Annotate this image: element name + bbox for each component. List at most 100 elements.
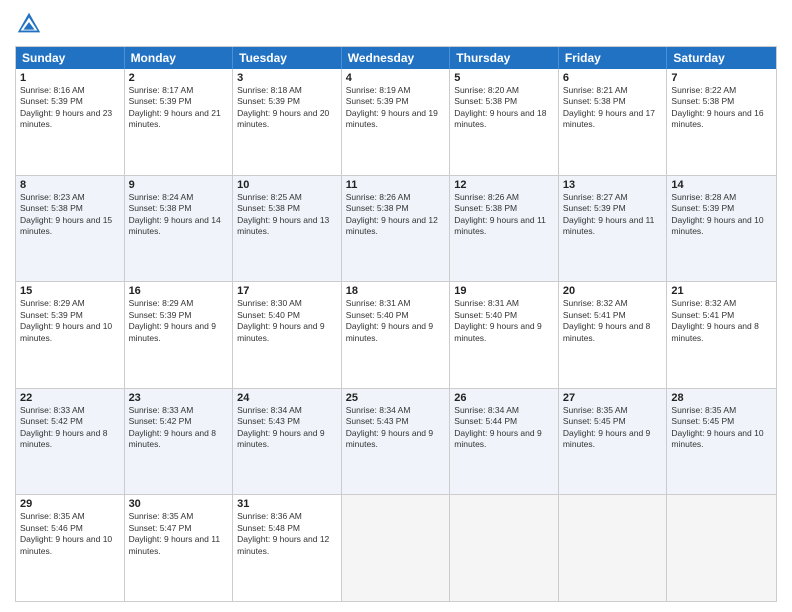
day-info: Sunrise: 8:29 AMSunset: 5:39 PMDaylight:…	[129, 298, 229, 344]
day-info: Sunrise: 8:31 AMSunset: 5:40 PMDaylight:…	[454, 298, 554, 344]
day-cell-31: 31Sunrise: 8:36 AMSunset: 5:48 PMDayligh…	[233, 495, 342, 601]
day-info: Sunrise: 8:23 AMSunset: 5:38 PMDaylight:…	[20, 192, 120, 238]
day-info: Sunrise: 8:27 AMSunset: 5:39 PMDaylight:…	[563, 192, 663, 238]
week-row-2: 8Sunrise: 8:23 AMSunset: 5:38 PMDaylight…	[16, 175, 776, 282]
day-number: 9	[129, 179, 229, 191]
day-info: Sunrise: 8:36 AMSunset: 5:48 PMDaylight:…	[237, 511, 337, 557]
day-info: Sunrise: 8:20 AMSunset: 5:38 PMDaylight:…	[454, 85, 554, 131]
day-headers-row: SundayMondayTuesdayWednesdayThursdayFrid…	[16, 47, 776, 69]
day-cell-7: 7Sunrise: 8:22 AMSunset: 5:38 PMDaylight…	[667, 69, 776, 175]
day-number: 2	[129, 72, 229, 84]
day-number: 13	[563, 179, 663, 191]
day-header-sunday: Sunday	[16, 47, 125, 69]
day-info: Sunrise: 8:35 AMSunset: 5:47 PMDaylight:…	[129, 511, 229, 557]
day-header-friday: Friday	[559, 47, 668, 69]
calendar: SundayMondayTuesdayWednesdayThursdayFrid…	[15, 46, 777, 602]
day-cell-2: 2Sunrise: 8:17 AMSunset: 5:39 PMDaylight…	[125, 69, 234, 175]
day-cell-empty	[450, 495, 559, 601]
day-header-saturday: Saturday	[667, 47, 776, 69]
day-cell-30: 30Sunrise: 8:35 AMSunset: 5:47 PMDayligh…	[125, 495, 234, 601]
day-cell-22: 22Sunrise: 8:33 AMSunset: 5:42 PMDayligh…	[16, 389, 125, 495]
day-info: Sunrise: 8:16 AMSunset: 5:39 PMDaylight:…	[20, 85, 120, 131]
day-number: 16	[129, 285, 229, 297]
day-info: Sunrise: 8:33 AMSunset: 5:42 PMDaylight:…	[20, 405, 120, 451]
day-number: 14	[671, 179, 772, 191]
day-cell-28: 28Sunrise: 8:35 AMSunset: 5:45 PMDayligh…	[667, 389, 776, 495]
day-info: Sunrise: 8:21 AMSunset: 5:38 PMDaylight:…	[563, 85, 663, 131]
day-number: 28	[671, 392, 772, 404]
day-cell-10: 10Sunrise: 8:25 AMSunset: 5:38 PMDayligh…	[233, 176, 342, 282]
day-number: 18	[346, 285, 446, 297]
day-number: 15	[20, 285, 120, 297]
day-cell-1: 1Sunrise: 8:16 AMSunset: 5:39 PMDaylight…	[16, 69, 125, 175]
day-cell-27: 27Sunrise: 8:35 AMSunset: 5:45 PMDayligh…	[559, 389, 668, 495]
day-cell-12: 12Sunrise: 8:26 AMSunset: 5:38 PMDayligh…	[450, 176, 559, 282]
calendar-page: SundayMondayTuesdayWednesdayThursdayFrid…	[0, 0, 792, 612]
day-info: Sunrise: 8:33 AMSunset: 5:42 PMDaylight:…	[129, 405, 229, 451]
day-cell-9: 9Sunrise: 8:24 AMSunset: 5:38 PMDaylight…	[125, 176, 234, 282]
day-info: Sunrise: 8:18 AMSunset: 5:39 PMDaylight:…	[237, 85, 337, 131]
day-number: 27	[563, 392, 663, 404]
day-cell-empty	[559, 495, 668, 601]
day-cell-5: 5Sunrise: 8:20 AMSunset: 5:38 PMDaylight…	[450, 69, 559, 175]
day-info: Sunrise: 8:30 AMSunset: 5:40 PMDaylight:…	[237, 298, 337, 344]
day-info: Sunrise: 8:17 AMSunset: 5:39 PMDaylight:…	[129, 85, 229, 131]
day-number: 7	[671, 72, 772, 84]
day-header-thursday: Thursday	[450, 47, 559, 69]
header	[15, 10, 777, 38]
day-info: Sunrise: 8:19 AMSunset: 5:39 PMDaylight:…	[346, 85, 446, 131]
day-cell-15: 15Sunrise: 8:29 AMSunset: 5:39 PMDayligh…	[16, 282, 125, 388]
day-number: 30	[129, 498, 229, 510]
day-info: Sunrise: 8:22 AMSunset: 5:38 PMDaylight:…	[671, 85, 772, 131]
day-number: 3	[237, 72, 337, 84]
day-cell-8: 8Sunrise: 8:23 AMSunset: 5:38 PMDaylight…	[16, 176, 125, 282]
day-info: Sunrise: 8:29 AMSunset: 5:39 PMDaylight:…	[20, 298, 120, 344]
day-cell-13: 13Sunrise: 8:27 AMSunset: 5:39 PMDayligh…	[559, 176, 668, 282]
day-info: Sunrise: 8:26 AMSunset: 5:38 PMDaylight:…	[346, 192, 446, 238]
day-cell-18: 18Sunrise: 8:31 AMSunset: 5:40 PMDayligh…	[342, 282, 451, 388]
day-number: 24	[237, 392, 337, 404]
day-number: 20	[563, 285, 663, 297]
day-cell-19: 19Sunrise: 8:31 AMSunset: 5:40 PMDayligh…	[450, 282, 559, 388]
day-cell-29: 29Sunrise: 8:35 AMSunset: 5:46 PMDayligh…	[16, 495, 125, 601]
day-number: 10	[237, 179, 337, 191]
day-number: 23	[129, 392, 229, 404]
day-header-tuesday: Tuesday	[233, 47, 342, 69]
day-cell-6: 6Sunrise: 8:21 AMSunset: 5:38 PMDaylight…	[559, 69, 668, 175]
day-info: Sunrise: 8:34 AMSunset: 5:44 PMDaylight:…	[454, 405, 554, 451]
day-info: Sunrise: 8:34 AMSunset: 5:43 PMDaylight:…	[237, 405, 337, 451]
day-info: Sunrise: 8:25 AMSunset: 5:38 PMDaylight:…	[237, 192, 337, 238]
day-number: 31	[237, 498, 337, 510]
day-cell-23: 23Sunrise: 8:33 AMSunset: 5:42 PMDayligh…	[125, 389, 234, 495]
day-number: 25	[346, 392, 446, 404]
day-number: 12	[454, 179, 554, 191]
day-cell-25: 25Sunrise: 8:34 AMSunset: 5:43 PMDayligh…	[342, 389, 451, 495]
day-number: 11	[346, 179, 446, 191]
day-info: Sunrise: 8:35 AMSunset: 5:46 PMDaylight:…	[20, 511, 120, 557]
day-number: 5	[454, 72, 554, 84]
day-info: Sunrise: 8:26 AMSunset: 5:38 PMDaylight:…	[454, 192, 554, 238]
week-row-5: 29Sunrise: 8:35 AMSunset: 5:46 PMDayligh…	[16, 494, 776, 601]
day-number: 1	[20, 72, 120, 84]
day-number: 22	[20, 392, 120, 404]
day-info: Sunrise: 8:34 AMSunset: 5:43 PMDaylight:…	[346, 405, 446, 451]
day-info: Sunrise: 8:32 AMSunset: 5:41 PMDaylight:…	[563, 298, 663, 344]
logo	[15, 10, 47, 38]
day-cell-26: 26Sunrise: 8:34 AMSunset: 5:44 PMDayligh…	[450, 389, 559, 495]
day-number: 6	[563, 72, 663, 84]
day-info: Sunrise: 8:28 AMSunset: 5:39 PMDaylight:…	[671, 192, 772, 238]
day-cell-11: 11Sunrise: 8:26 AMSunset: 5:38 PMDayligh…	[342, 176, 451, 282]
week-row-4: 22Sunrise: 8:33 AMSunset: 5:42 PMDayligh…	[16, 388, 776, 495]
day-cell-16: 16Sunrise: 8:29 AMSunset: 5:39 PMDayligh…	[125, 282, 234, 388]
day-number: 26	[454, 392, 554, 404]
day-info: Sunrise: 8:35 AMSunset: 5:45 PMDaylight:…	[671, 405, 772, 451]
week-row-3: 15Sunrise: 8:29 AMSunset: 5:39 PMDayligh…	[16, 281, 776, 388]
day-cell-empty	[342, 495, 451, 601]
logo-icon	[15, 10, 43, 38]
day-cell-3: 3Sunrise: 8:18 AMSunset: 5:39 PMDaylight…	[233, 69, 342, 175]
day-cell-21: 21Sunrise: 8:32 AMSunset: 5:41 PMDayligh…	[667, 282, 776, 388]
day-cell-17: 17Sunrise: 8:30 AMSunset: 5:40 PMDayligh…	[233, 282, 342, 388]
day-number: 8	[20, 179, 120, 191]
day-number: 21	[671, 285, 772, 297]
day-cell-14: 14Sunrise: 8:28 AMSunset: 5:39 PMDayligh…	[667, 176, 776, 282]
